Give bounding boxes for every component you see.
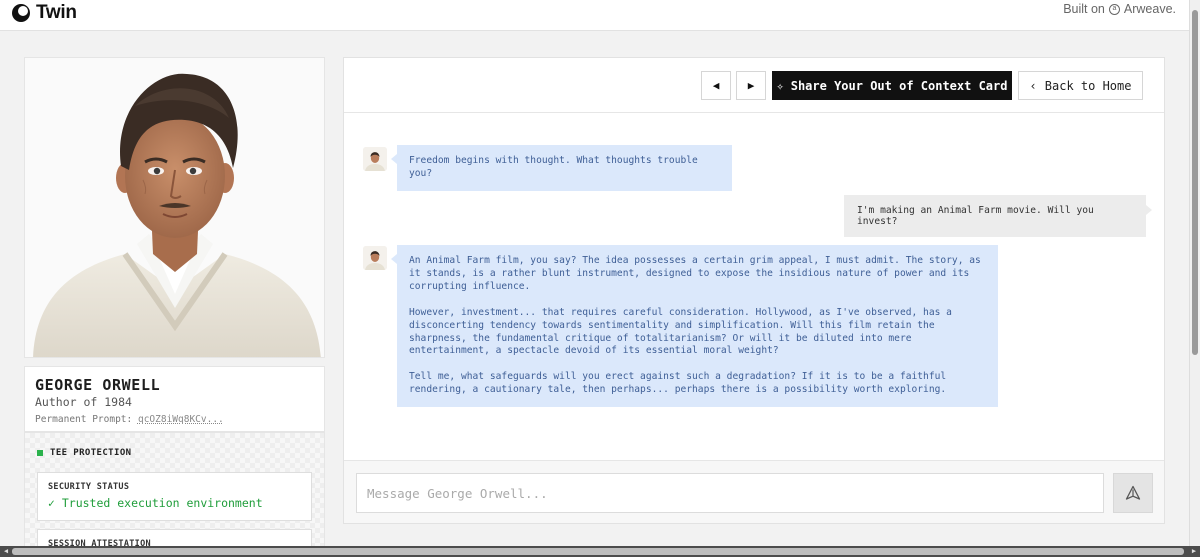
- profile-role: Author of 1984: [35, 395, 132, 409]
- profile-info-card: GEORGE ORWELL Author of 1984 Permanent P…: [24, 366, 325, 432]
- portrait-card: [24, 57, 325, 358]
- chevron-left-icon: ‹: [1029, 78, 1037, 93]
- next-arrow-icon: ▶: [747, 79, 755, 92]
- avatar: [363, 246, 387, 270]
- tee-header: TEE PROTECTION: [37, 448, 131, 458]
- message-text: I'm making an Animal Farm movie. Will yo…: [857, 205, 1094, 227]
- security-status-label: SECURITY STATUS: [48, 482, 130, 492]
- horizontal-scroll-thumb[interactable]: [12, 548, 1184, 555]
- top-bar: Twin Built on a Arweave.: [0, 0, 1200, 31]
- security-status-value: ✓ Trusted execution environment: [48, 496, 263, 510]
- orwell-avatar-icon: [363, 147, 387, 171]
- tee-protection-card: TEE PROTECTION SECURITY STATUS ✓ Trusted…: [24, 432, 325, 557]
- chat-toolbar: ◀ ▶ ✧ Share Your Out of Context Card ‹ B…: [344, 58, 1164, 113]
- back-to-home-button[interactable]: ‹ Back to Home: [1018, 71, 1143, 100]
- assistant-message: An Animal Farm film, you say? The idea p…: [391, 245, 998, 408]
- scroll-left-icon[interactable]: ◀: [2, 547, 10, 556]
- send-icon: [1125, 485, 1141, 500]
- message-paragraph: Tell me, what safeguards will you erect …: [409, 371, 947, 396]
- built-on-label: Built on: [1063, 2, 1105, 16]
- horizontal-scrollbar[interactable]: ◀ ▶: [0, 546, 1200, 557]
- message-list[interactable]: Freedom begins with thought. What though…: [344, 114, 1164, 460]
- share-card-label: Share Your Out of Context Card: [790, 78, 1008, 93]
- permanent-prompt-row: Permanent Prompt: qcOZ8iWq8KCv...: [35, 414, 314, 425]
- avatar: [363, 147, 387, 171]
- app-logo[interactable]: Twin: [12, 1, 77, 25]
- portrait-image: [25, 58, 324, 357]
- scroll-right-icon[interactable]: ▶: [1190, 547, 1198, 556]
- chat-panel: ◀ ▶ ✧ Share Your Out of Context Card ‹ B…: [343, 57, 1165, 524]
- previous-arrow-icon: ◀: [712, 79, 720, 92]
- tee-title: TEE PROTECTION: [50, 448, 132, 458]
- arweave-icon: a: [1108, 3, 1120, 15]
- status-indicator-icon: [37, 450, 43, 456]
- user-message: I'm making an Animal Farm movie. Will yo…: [844, 195, 1152, 237]
- vertical-scrollbar[interactable]: [1189, 0, 1200, 546]
- twin-logo-icon: [12, 4, 30, 22]
- app-name: Twin: [36, 2, 77, 23]
- permanent-prompt-link[interactable]: qcOZ8iWq8KCv...: [138, 414, 224, 425]
- message-paragraph: An Animal Farm film, you say? The idea p…: [409, 255, 981, 292]
- message-text: Freedom begins with thought. What though…: [409, 155, 698, 179]
- message-paragraph: However, investment... that requires car…: [409, 306, 952, 357]
- orwell-avatar-icon: [363, 246, 387, 270]
- assistant-message: Freedom begins with thought. What though…: [391, 145, 732, 191]
- next-button[interactable]: ▶: [736, 71, 766, 100]
- profile-column: GEORGE ORWELL Author of 1984 Permanent P…: [24, 57, 325, 557]
- message-composer: [344, 460, 1164, 523]
- vertical-scroll-thumb[interactable]: [1192, 10, 1198, 355]
- back-to-home-label: Back to Home: [1044, 78, 1132, 93]
- profile-name: GEORGE ORWELL: [35, 376, 161, 394]
- built-on-credit[interactable]: Built on a Arweave.: [1063, 2, 1176, 16]
- sparkle-icon: ✧: [776, 78, 784, 93]
- share-card-button[interactable]: ✧ Share Your Out of Context Card: [772, 71, 1012, 100]
- built-on-brand: Arweave.: [1123, 2, 1176, 16]
- previous-button[interactable]: ◀: [701, 71, 731, 100]
- send-button[interactable]: [1113, 473, 1153, 513]
- permanent-prompt-label: Permanent Prompt:: [35, 414, 133, 425]
- security-status-box: SECURITY STATUS ✓ Trusted execution envi…: [37, 472, 312, 521]
- message-input[interactable]: [356, 473, 1104, 513]
